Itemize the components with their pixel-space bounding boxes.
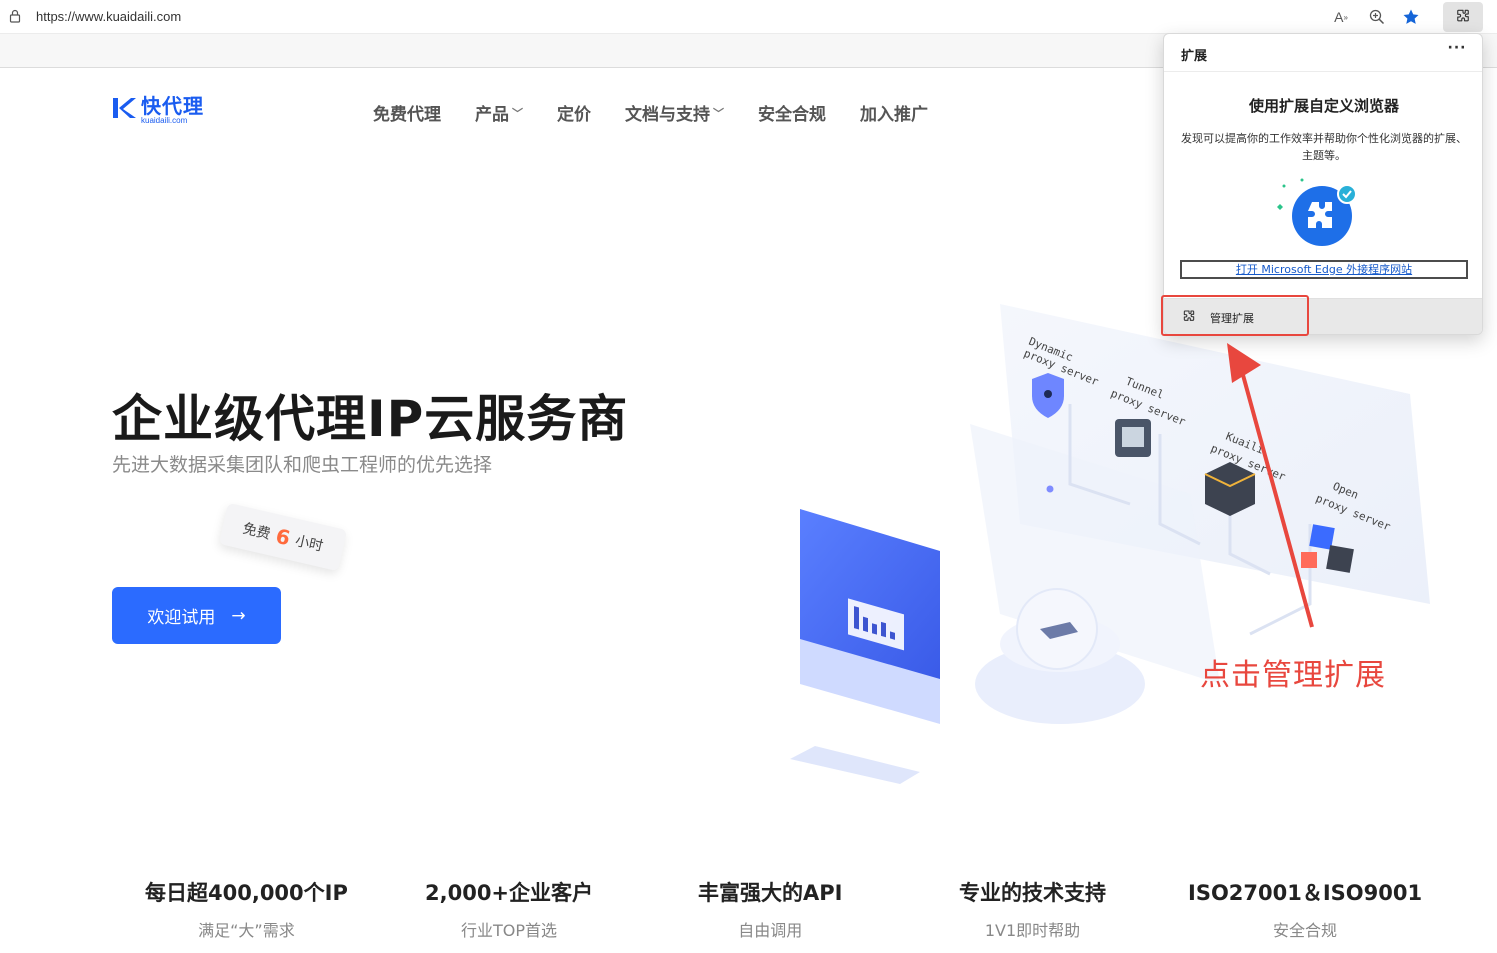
chevron-down-icon: ﹀ — [713, 106, 724, 120]
popup-header: 扩展 ··· — [1164, 34, 1482, 72]
lock-icon[interactable] — [9, 9, 21, 23]
extensions-puzzle-icon[interactable] — [1443, 2, 1483, 32]
badge-number: 6 — [273, 523, 293, 551]
nav-label: 定价 — [557, 105, 591, 125]
arrow-right-icon: → — [231, 605, 246, 626]
nav-label: 安全合规 — [758, 105, 826, 125]
badge-suffix: 小时 — [293, 533, 325, 555]
stats-row: 每日超400,000个IP 满足“大”需求 2,000+企业客户 行业TOP首选… — [0, 877, 1497, 947]
nav-pricing[interactable]: 定价 — [557, 100, 591, 125]
more-options-icon[interactable]: ··· — [1444, 40, 1470, 64]
free-trial-badge: 免费 6 小时 — [218, 502, 348, 572]
nav-label: 产品 — [475, 105, 509, 125]
logo-k-icon — [113, 98, 136, 118]
nav-affiliate[interactable]: 加入推广 — [860, 100, 928, 125]
nav-label: 文档与支持 — [625, 105, 710, 125]
try-button-label: 欢迎试用 — [147, 608, 216, 628]
stat-title: 丰富强大的API — [698, 881, 843, 905]
hero-subtitle: 先进大数据采集团队和爬虫工程师的优先选择 — [112, 454, 493, 476]
popup-heading: 使用扩展自定义浏览器 — [1248, 97, 1399, 115]
nav-label: 加入推广 — [860, 105, 928, 125]
badge-prefix: 免费 — [241, 520, 272, 543]
nav-docs-support[interactable]: 文档与支持 ﹀ — [625, 100, 724, 125]
stat-item: 专业的技术支持 1V1即时帮助 — [959, 877, 1106, 941]
site-logo[interactable]: 快代理 kuaidaili.com — [111, 96, 204, 125]
stat-title: ISO27001＆ISO9001 — [1188, 881, 1423, 905]
nav-compliance[interactable]: 安全合规 — [758, 100, 826, 125]
puzzle-illustration-icon — [1277, 178, 1357, 246]
stat-title: 2,000+企业客户 — [425, 881, 594, 905]
stat-subtitle: 满足“大”需求 — [198, 921, 295, 940]
popup-description: 发现可以提高你的工作效率并帮助你个性化浏览器的扩展、主题等。 — [1181, 132, 1467, 162]
stat-item: 丰富强大的API 自由调用 — [698, 877, 842, 941]
read-aloud-icon[interactable]: A» — [1328, 5, 1354, 29]
zoom-icon[interactable] — [1364, 5, 1390, 29]
main-nav: 免费代理 产品 ﹀ 定价 文档与支持 ﹀ 安全合规 加入推广 — [373, 100, 962, 125]
nav-label: 免费代理 — [373, 105, 441, 125]
annotation-arrow-icon — [1227, 343, 1314, 628]
nav-free-proxy[interactable]: 免费代理 — [373, 100, 441, 125]
stat-subtitle: 安全合规 — [1273, 921, 1338, 940]
stat-title: 专业的技术支持 — [959, 881, 1106, 905]
nav-products[interactable]: 产品 ﹀ — [475, 100, 523, 125]
url-field[interactable]: https://www.kuaidaili.com — [36, 9, 181, 24]
try-button[interactable]: 欢迎试用 → — [112, 587, 281, 644]
stat-subtitle: 行业TOP首选 — [461, 921, 558, 940]
stat-subtitle: 1V1即时帮助 — [984, 921, 1081, 940]
extensions-popup: 扩展 ··· 使用扩展自定义浏览器 发现可以提高你的工作效率并帮助你个性化浏览器… — [1163, 33, 1483, 335]
stat-subtitle: 自由调用 — [738, 921, 803, 940]
stat-item: 每日超400,000个IP 满足“大”需求 — [145, 877, 348, 941]
read-aloud-glyph: A — [1334, 9, 1344, 25]
annotation-text: 点击管理扩展 — [1200, 658, 1386, 693]
edge-addons-link[interactable]: 打开 Microsoft Edge 外接程序网站 — [1180, 260, 1468, 279]
hero-title: 企业级代理IP云服务商 — [112, 390, 629, 448]
logo-name: 快代理 — [141, 94, 204, 118]
chevron-down-icon: ﹀ — [512, 106, 523, 120]
popup-title: 扩展 — [1181, 49, 1208, 64]
stat-item: ISO27001＆ISO9001 安全合规 — [1188, 877, 1422, 941]
favorite-star-icon[interactable] — [1398, 5, 1424, 29]
stat-title: 每日超400,000个IP — [145, 881, 348, 905]
annotation-highlight-box — [1161, 295, 1309, 336]
stat-item: 2,000+企业客户 行业TOP首选 — [425, 877, 593, 941]
address-bar: https://www.kuaidaili.com A» — [0, 0, 1497, 34]
